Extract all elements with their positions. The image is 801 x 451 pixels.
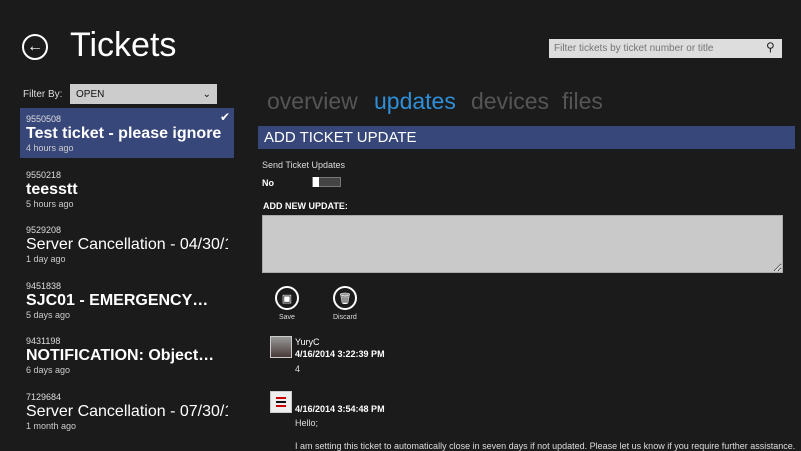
arrow-left-icon: ←: [27, 38, 43, 55]
send-updates-label: Send Ticket Updates: [262, 160, 346, 170]
ticket-number: 9529208: [26, 225, 62, 235]
tab-overview[interactable]: overview: [267, 88, 358, 115]
save-label: Save: [279, 314, 295, 321]
check-icon: ✔: [219, 110, 230, 124]
section-heading: ADD TICKET UPDATE: [258, 126, 795, 149]
discard-label: Discard: [333, 314, 357, 321]
add-update-label: ADD NEW UPDATE:: [263, 201, 348, 211]
trash-icon: 🗑: [338, 292, 352, 305]
page-title: Tickets: [70, 26, 177, 64]
ticket-item[interactable]: 9451838 SJC01 - EMERGENCY… 5 days ago: [20, 275, 234, 325]
filter-value: OPEN: [76, 89, 105, 100]
update-time: 4/16/2014 3:22:39 PM: [295, 349, 385, 359]
ticket-title: teesstt: [26, 181, 78, 198]
ticket-age: 1 day ago: [26, 254, 66, 264]
ticket-item[interactable]: ✔ 9550508 Test ticket - please ignore 4 hou…: [20, 108, 234, 158]
ticket-item[interactable]: 9550218 teesstt 5 hours ago: [20, 164, 234, 214]
ticket-age: 6 days ago: [26, 365, 71, 375]
update-author: YuryC: [295, 337, 320, 347]
tab-updates[interactable]: updates: [374, 88, 456, 115]
ticket-number: 9550218: [26, 170, 62, 180]
ticket-age: 4 hours ago: [26, 143, 74, 153]
toggle-value: No: [262, 178, 274, 188]
search-icon[interactable]: ⚲: [766, 40, 775, 54]
save-button[interactable]: ▣: [275, 286, 299, 310]
update-body: Hello;: [295, 418, 319, 428]
send-updates-toggle[interactable]: [312, 177, 341, 187]
user-avatar: [270, 336, 292, 358]
ticket-age: 5 hours ago: [26, 199, 74, 209]
ticket-age: 1 month ago: [26, 421, 77, 431]
filter-select[interactable]: OPEN ⌄: [70, 84, 217, 104]
ticket-number: 9431198: [26, 336, 61, 346]
chevron-down-icon: ⌄: [202, 89, 211, 100]
company-avatar: [270, 391, 292, 413]
ticket-age: 5 days ago: [26, 310, 71, 320]
ticket-number: 9451838: [26, 281, 62, 291]
ticket-number: 9550508: [26, 114, 62, 124]
ticket-item[interactable]: 9431198 NOTIFICATION: Object… 6 days ago: [20, 330, 234, 380]
ticket-title: NOTIFICATION: Object…: [26, 347, 215, 364]
ticket-item[interactable]: 7129684 Server Cancellation - 07/30/13 1 m…: [20, 386, 234, 436]
ticket-item[interactable]: 9529208 Server Cancellation - 04/30/14 1 d…: [20, 219, 234, 269]
search-input[interactable]: [549, 39, 782, 58]
tab-files[interactable]: files: [562, 88, 603, 115]
tab-devices[interactable]: devices: [471, 88, 549, 115]
ticket-number: 7129684: [26, 392, 62, 402]
ticket-title: SJC01 - EMERGENCY…: [26, 292, 209, 309]
filter-label: Filter By:: [23, 89, 63, 100]
back-button[interactable]: ←: [22, 34, 48, 60]
discard-button[interactable]: 🗑: [333, 286, 357, 310]
ticket-title: Server Cancellation - 04/30/14: [26, 236, 228, 253]
update-time: 4/16/2014 3:54:48 PM: [295, 404, 385, 414]
ticket-title: Test ticket - please ignore: [26, 125, 222, 142]
ticket-title: Server Cancellation - 07/30/13: [26, 403, 228, 420]
update-body: 4: [295, 364, 301, 374]
update-textarea[interactable]: [262, 215, 783, 273]
save-icon: ▣: [281, 292, 293, 305]
